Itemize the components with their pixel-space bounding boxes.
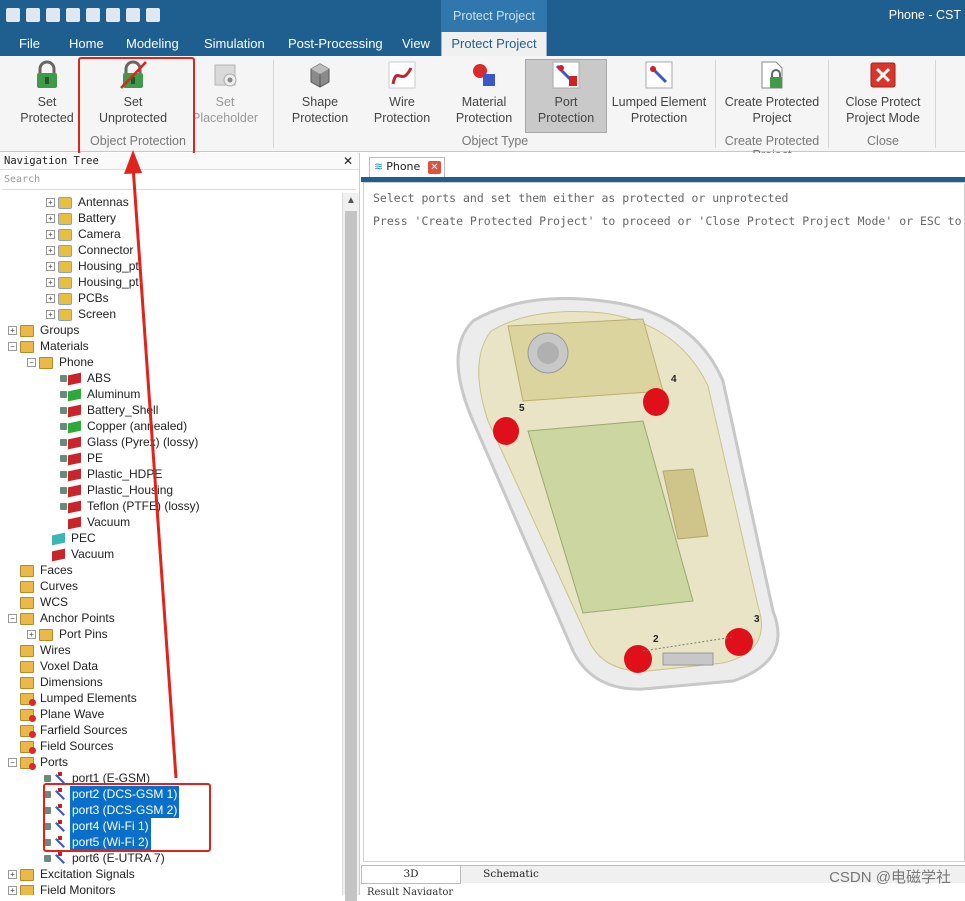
tab-3d[interactable]: 3D xyxy=(361,866,461,884)
port-label: 2 xyxy=(653,634,659,645)
document-tab-phone[interactable]: ≋ Phone ✕ xyxy=(369,157,445,177)
port-label: 5 xyxy=(519,403,525,414)
waves-icon: ≋ xyxy=(374,160,384,173)
port-label: 3 xyxy=(754,614,760,625)
document-tab-label: Phone xyxy=(386,160,421,173)
3d-viewport[interactable]: Select ports and set them either as prot… xyxy=(363,182,965,862)
port-label: 4 xyxy=(671,374,677,385)
main-view: ≋ Phone ✕ Select ports and set them eithe… xyxy=(361,153,965,895)
phone-3d-model[interactable] xyxy=(364,183,965,862)
close-icon[interactable]: ✕ xyxy=(428,161,441,174)
watermark: CSDN @电磁学社 xyxy=(829,869,951,886)
tab-schematic[interactable]: Schematic xyxy=(461,866,561,884)
